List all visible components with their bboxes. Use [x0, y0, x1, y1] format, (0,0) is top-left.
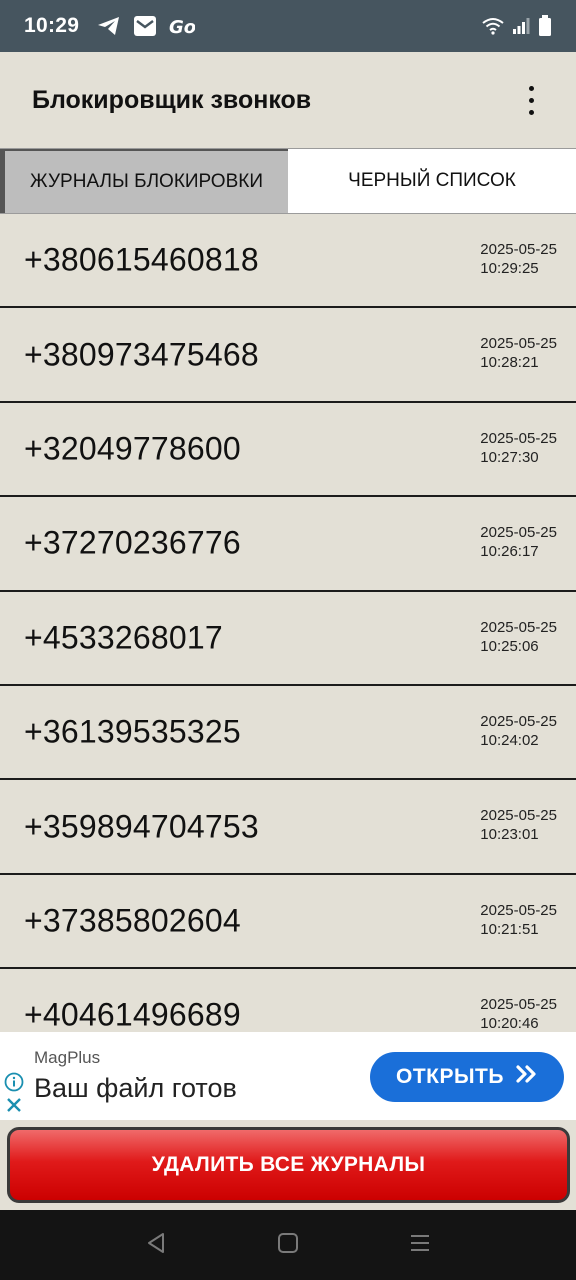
- log-date: 2025-05-25: [480, 241, 557, 258]
- log-date: 2025-05-25: [480, 712, 557, 730]
- log-row[interactable]: +380973475468 2025-05-25 10:28:21: [0, 308, 576, 403]
- phone-number: +380973475468: [24, 336, 259, 373]
- ad-open-label: ОТКРЫТЬ: [396, 1065, 504, 1088]
- back-icon[interactable]: [145, 1231, 167, 1260]
- phone-number: +37270236776: [24, 524, 241, 561]
- phone-number: +359894704753: [24, 808, 259, 845]
- log-time: 10:29:25: [480, 260, 539, 277]
- status-bar: 10:29 Go: [0, 0, 576, 52]
- log-time: 10:20:46: [480, 1015, 539, 1033]
- log-time: 10:26:17: [480, 543, 539, 561]
- phone-number: +40461496689: [24, 996, 241, 1033]
- telegram-icon: [97, 15, 121, 37]
- log-row[interactable]: +40461496689 2025-05-25 10:20:46: [0, 969, 576, 1034]
- log-datetime: 2025-05-25 10:28:21: [480, 334, 557, 372]
- log-date: 2025-05-25: [480, 524, 557, 542]
- log-date: 2025-05-25: [480, 901, 557, 919]
- log-datetime: 2025-05-25 10:21:51: [480, 901, 557, 939]
- log-date: 2025-05-25: [480, 429, 557, 447]
- log-row[interactable]: +4533268017 2025-05-25 10:25:06: [0, 591, 576, 686]
- log-time: 10:24:02: [480, 731, 539, 749]
- log-datetime: 2025-05-25 10:29:25: [480, 240, 557, 278]
- log-time: 10:28:21: [480, 354, 539, 372]
- log-datetime: 2025-05-25 10:25:06: [480, 618, 557, 656]
- ad-brand: MagPlus: [34, 1048, 101, 1067]
- battery-icon: [538, 15, 552, 37]
- app-title: Блокировщик звонков: [32, 85, 312, 114]
- notification-icons: Go: [97, 15, 195, 37]
- log-date: 2025-05-25: [480, 807, 557, 825]
- log-datetime: 2025-05-25 10:26:17: [480, 523, 557, 561]
- phone-number: +380615460818: [24, 241, 259, 278]
- double-chevron-right-icon: [516, 1065, 538, 1089]
- close-icon[interactable]: [6, 1097, 22, 1118]
- recents-icon[interactable]: [409, 1232, 431, 1259]
- ad-open-button[interactable]: ОТКРЫТЬ: [370, 1052, 564, 1102]
- log-date: 2025-05-25: [480, 335, 557, 353]
- info-icon[interactable]: [4, 1072, 24, 1097]
- log-time: 10:27:30: [480, 448, 539, 466]
- log-row[interactable]: +359894704753 2025-05-25 10:23:01: [0, 780, 576, 875]
- log-datetime: 2025-05-25 10:27:30: [480, 429, 557, 467]
- delete-area: УДАЛИТЬ ВСЕ ЖУРНАЛЫ: [0, 1120, 576, 1210]
- log-time: 10:25:06: [480, 637, 539, 655]
- log-row[interactable]: +32049778600 2025-05-25 10:27:30: [0, 402, 576, 498]
- nav-bar: [0, 1210, 576, 1280]
- delete-all-logs-button[interactable]: УДАЛИТЬ ВСЕ ЖУРНАЛЫ: [7, 1127, 570, 1203]
- log-time: 10:21:51: [480, 920, 539, 938]
- log-row[interactable]: +37270236776 2025-05-25 10:26:17: [0, 497, 576, 592]
- phone-number: +32049778600: [24, 430, 241, 467]
- log-row[interactable]: +36139535325 2025-05-25 10:24:02: [0, 685, 576, 781]
- system-icons: [482, 15, 552, 37]
- log-time: 10:23:01: [480, 826, 539, 844]
- tab-blacklist[interactable]: ЧЕРНЫЙ СПИСОК: [288, 149, 576, 213]
- phone-number: +4533268017: [24, 619, 223, 656]
- app-bar: Блокировщик звонков: [0, 52, 576, 148]
- tab-bar: ЖУРНАЛЫ БЛОКИРОВКИ ЧЕРНЫЙ СПИСОК: [0, 148, 576, 214]
- phone-number: +36139535325: [24, 713, 241, 750]
- ad-headline: Ваш файл готов: [34, 1073, 237, 1103]
- log-date: 2025-05-25: [480, 618, 557, 636]
- mail-icon: [133, 15, 157, 37]
- log-row[interactable]: +37385802604 2025-05-25 10:21:51: [0, 874, 576, 970]
- go-icon: Go: [169, 15, 195, 37]
- more-vert-icon[interactable]: [516, 80, 546, 120]
- log-date: 2025-05-25: [480, 996, 557, 1014]
- svg-text:Go: Go: [169, 17, 195, 37]
- log-row[interactable]: +380615460818 2025-05-25 10:29:25: [0, 214, 576, 309]
- log-datetime: 2025-05-25 10:20:46: [480, 995, 557, 1033]
- log-datetime: 2025-05-25 10:23:01: [480, 806, 557, 844]
- ad-banner[interactable]: MagPlus Ваш файл готов ОТКРЫТЬ: [0, 1032, 576, 1120]
- status-time: 10:29: [24, 14, 80, 37]
- block-log-list: +380615460818 2025-05-25 10:29:25 +38097…: [0, 214, 576, 1034]
- wifi-icon: [482, 17, 504, 35]
- home-icon[interactable]: [277, 1232, 299, 1259]
- phone-number: +37385802604: [24, 902, 241, 939]
- signal-icon: [512, 17, 530, 35]
- log-datetime: 2025-05-25 10:24:02: [480, 712, 557, 750]
- tab-block-logs[interactable]: ЖУРНАЛЫ БЛОКИРОВКИ: [0, 149, 288, 213]
